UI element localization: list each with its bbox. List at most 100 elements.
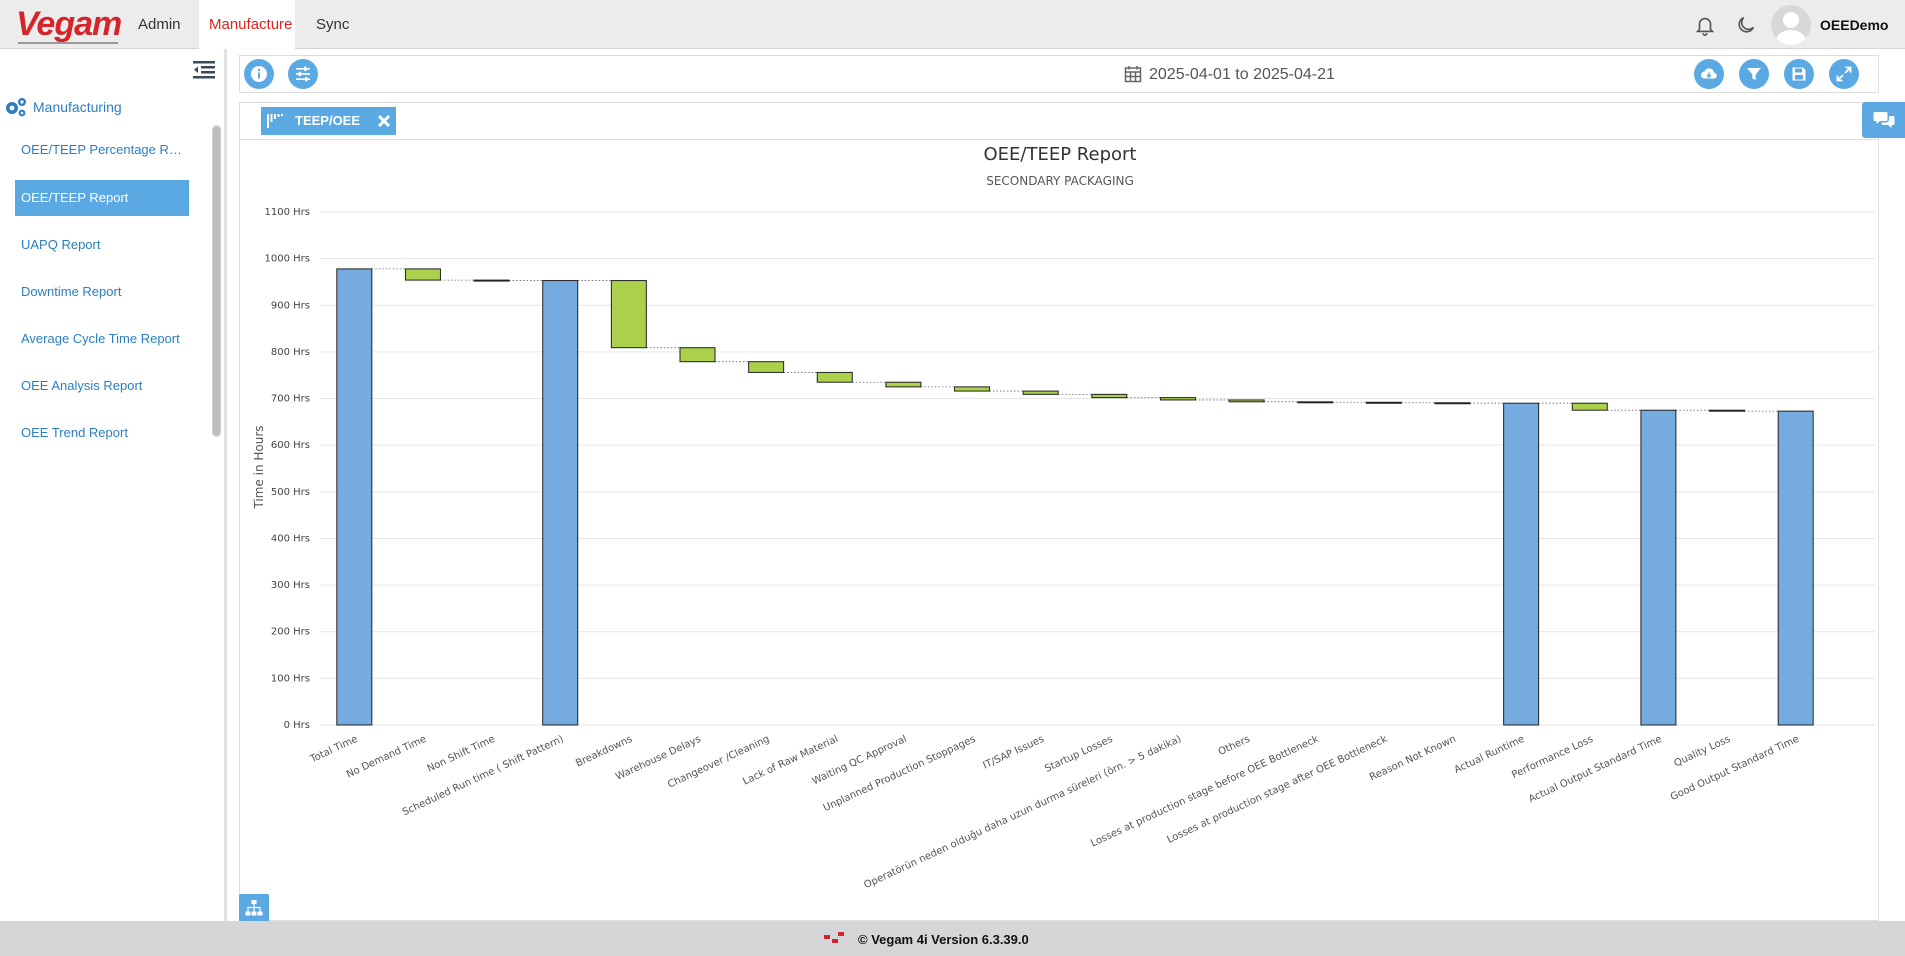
sidebar-divider[interactable] bbox=[224, 49, 227, 921]
sidebar-item-oee-teep-percentage-report[interactable]: OEE/TEEP Percentage Report bbox=[15, 132, 189, 168]
chart-icon bbox=[267, 114, 283, 128]
sidebar-item-oee-analysis-report[interactable]: OEE Analysis Report bbox=[15, 368, 189, 404]
logo-underline bbox=[18, 42, 118, 44]
y-tick-label: 200 Hrs bbox=[271, 627, 310, 638]
tab-teep-oee-label: TEEP/OEE bbox=[295, 113, 361, 128]
save-button[interactable] bbox=[1784, 59, 1814, 89]
sidebar-scrollbar-thumb[interactable] bbox=[213, 127, 220, 435]
y-tick-label: 0 Hrs bbox=[284, 720, 310, 731]
x-tick-label: Others bbox=[1217, 734, 1252, 758]
avatar[interactable] bbox=[1771, 5, 1811, 45]
y-tick-label: 700 Hrs bbox=[271, 394, 310, 405]
bell-icon[interactable] bbox=[1694, 14, 1716, 36]
report-toolbar: 2025-04-01 to 2025-04-21 bbox=[239, 55, 1879, 93]
footer: © Vegam 4i Version 6.3.39.0 bbox=[0, 921, 1905, 956]
waterfall-connectors bbox=[371, 268, 1779, 412]
x-tick-label: Total Time bbox=[308, 734, 360, 766]
y-tick-label: 900 Hrs bbox=[271, 300, 310, 311]
chart-panel: OEE/TEEP Report SECONDARY PACKAGING Time… bbox=[239, 139, 1879, 921]
total-bar[interactable] bbox=[336, 268, 373, 726]
hierarchy-button[interactable] bbox=[239, 894, 269, 922]
loss-bar[interactable] bbox=[1365, 401, 1402, 404]
y-axis-label: Time in Hours bbox=[252, 425, 266, 509]
x-tick-label: IT/SAP Issues bbox=[981, 734, 1046, 772]
sidebar-item-average-cycle-time-report[interactable]: Average Cycle Time Report bbox=[15, 321, 189, 357]
loss-bar[interactable] bbox=[1571, 402, 1608, 411]
save-icon bbox=[1792, 67, 1806, 81]
sitemap-icon bbox=[245, 900, 263, 916]
y-tick-label: 600 Hrs bbox=[271, 440, 310, 451]
nav-manufacture[interactable]: Manufacture bbox=[199, 0, 295, 49]
y-tick-label: 800 Hrs bbox=[271, 347, 310, 358]
avatar-body bbox=[1776, 30, 1806, 45]
total-bar[interactable] bbox=[1777, 410, 1814, 726]
sidebar-item-downtime-report[interactable]: Downtime Report bbox=[15, 274, 189, 310]
loss-bar[interactable] bbox=[1228, 399, 1265, 403]
chart-subtitle: SECONDARY PACKAGING bbox=[986, 174, 1134, 188]
nav-admin[interactable]: Admin bbox=[128, 0, 191, 49]
sidebar-heading-label: Manufacturing bbox=[33, 99, 122, 115]
loss-bar[interactable] bbox=[1022, 390, 1059, 395]
loss-bar[interactable] bbox=[473, 279, 510, 282]
y-tick-label: 500 Hrs bbox=[271, 487, 310, 498]
bars bbox=[336, 268, 1814, 726]
sidebar-item-oee-trend-report[interactable]: OEE Trend Report bbox=[15, 415, 189, 451]
total-bar[interactable] bbox=[1640, 409, 1677, 726]
x-tick-label: Operatörün neden olduğu daha uzun durma … bbox=[862, 733, 1183, 891]
waterfall-chart: OEE/TEEP Report SECONDARY PACKAGING Time… bbox=[252, 144, 1875, 891]
vegam-logo[interactable]: Vegam bbox=[16, 5, 122, 44]
loss-bar[interactable] bbox=[1434, 402, 1471, 405]
chat-button[interactable] bbox=[1862, 102, 1905, 138]
loss-bar[interactable] bbox=[885, 381, 922, 388]
gears-icon bbox=[6, 98, 26, 117]
sliders-icon bbox=[296, 66, 310, 82]
loss-bar[interactable] bbox=[679, 347, 716, 363]
tab-teep-oee[interactable]: TEEP/OEE bbox=[261, 107, 396, 135]
x-tick-label: Breakdowns bbox=[574, 734, 634, 770]
info-button[interactable] bbox=[244, 59, 274, 89]
loss-bar[interactable] bbox=[404, 268, 441, 281]
report-tab-strip: TEEP/OEE bbox=[239, 102, 1879, 140]
sidebar-scrollbar[interactable] bbox=[212, 125, 221, 437]
loss-bar[interactable] bbox=[610, 280, 647, 349]
close-icon[interactable] bbox=[377, 114, 391, 128]
calendar-icon bbox=[1124, 66, 1142, 83]
sidebar-item-uapq-report[interactable]: UAPQ Report bbox=[15, 227, 189, 263]
sidebar-item-oee-teep-report[interactable]: OEE/TEEP Report bbox=[15, 180, 189, 216]
nav-sync[interactable]: Sync bbox=[306, 0, 359, 49]
loss-bar[interactable] bbox=[816, 371, 853, 383]
menu-collapse-icon[interactable] bbox=[193, 61, 215, 79]
x-tick-label: Good Output Standard Time bbox=[1669, 734, 1801, 803]
chart-title: OEE/TEEP Report bbox=[984, 144, 1137, 165]
y-tick-labels: 0 Hrs 100 Hrs 200 Hrs 300 Hrs 400 Hrs 500 Hrs… bbox=[265, 207, 310, 731]
vegam-mark-icon bbox=[824, 932, 844, 943]
x-tick-label: Actual Output Standard Time bbox=[1527, 734, 1664, 805]
info-icon bbox=[251, 66, 267, 82]
settings-button[interactable] bbox=[288, 59, 318, 89]
filter-button[interactable] bbox=[1739, 59, 1769, 89]
loss-bar[interactable] bbox=[1091, 393, 1128, 399]
y-tick-label: 300 Hrs bbox=[271, 580, 310, 591]
expand-icon bbox=[1836, 66, 1852, 82]
footer-version-text: © Vegam 4i Version 6.3.39.0 bbox=[858, 932, 1029, 947]
y-tick-label: 400 Hrs bbox=[271, 533, 310, 544]
loss-bar[interactable] bbox=[1709, 409, 1746, 412]
download-button[interactable] bbox=[1694, 59, 1724, 89]
x-tick-label: Quality Loss bbox=[1673, 734, 1733, 770]
top-navigation-bar: Vegam Admin Manufacture Sync OEEDemo bbox=[0, 0, 1905, 49]
loss-bar[interactable] bbox=[1297, 401, 1334, 404]
cloud-download-icon bbox=[1701, 68, 1717, 79]
loss-bar[interactable] bbox=[954, 386, 991, 392]
y-tick-label: 1100 Hrs bbox=[265, 207, 310, 218]
total-bar[interactable] bbox=[1503, 402, 1540, 726]
expand-button[interactable] bbox=[1829, 59, 1859, 89]
chat-bubbles-icon bbox=[1873, 112, 1895, 128]
filter-icon bbox=[1747, 68, 1761, 80]
total-bar[interactable] bbox=[542, 280, 579, 726]
x-tick-labels: Total TimeNo Demand TimeNon Shift TimeSc… bbox=[308, 733, 1801, 891]
loss-bar[interactable] bbox=[1159, 397, 1196, 401]
avatar-head bbox=[1783, 12, 1799, 28]
username-label[interactable]: OEEDemo bbox=[1820, 17, 1888, 33]
moon-icon[interactable] bbox=[1735, 14, 1757, 36]
loss-bar[interactable] bbox=[748, 361, 785, 373]
